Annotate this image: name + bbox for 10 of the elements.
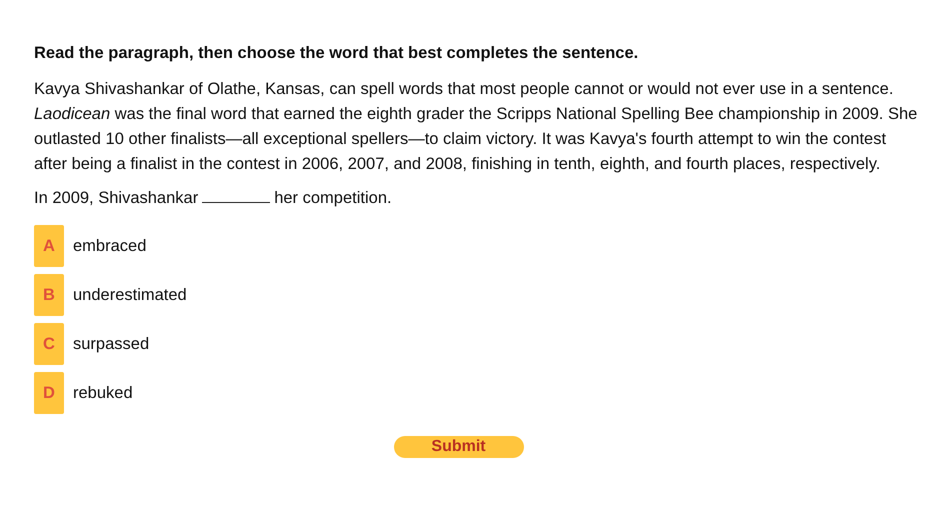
prompt-text: her competition. [274,189,392,208]
instruction-text: Read the paragraph, then choose the word that best completes the sentence. [34,44,640,63]
answer-option[interactable]: B underestimated [34,274,923,316]
passage-paragraph: Kavya Shivashankar of Olathe, Kansas, can spell words that most people cannot or would not ever use in a sentence. Laodicean was the final word that earned the eighth grader the Scripps National Spelling Bee championship in 2009. She outlasted 10 other finalists—all exceptional spellers—to claim victory. It was Kavya's fourth attempt to win the contest after being a finalist in the contest in 2006, 2007, and 2008, finishing in tenth, eighth, and fourth places, respectively. [34,79,918,175]
answer-option[interactable]: A embraced [34,225,923,267]
answer-option[interactable]: C surpassed [34,323,923,365]
answer-option[interactable]: D rebuked [34,372,923,414]
prompt-text: In 2009, Shivashankar [34,189,198,208]
submit-button[interactable]: Submit [394,436,524,458]
fill-in-line [202,201,270,203]
